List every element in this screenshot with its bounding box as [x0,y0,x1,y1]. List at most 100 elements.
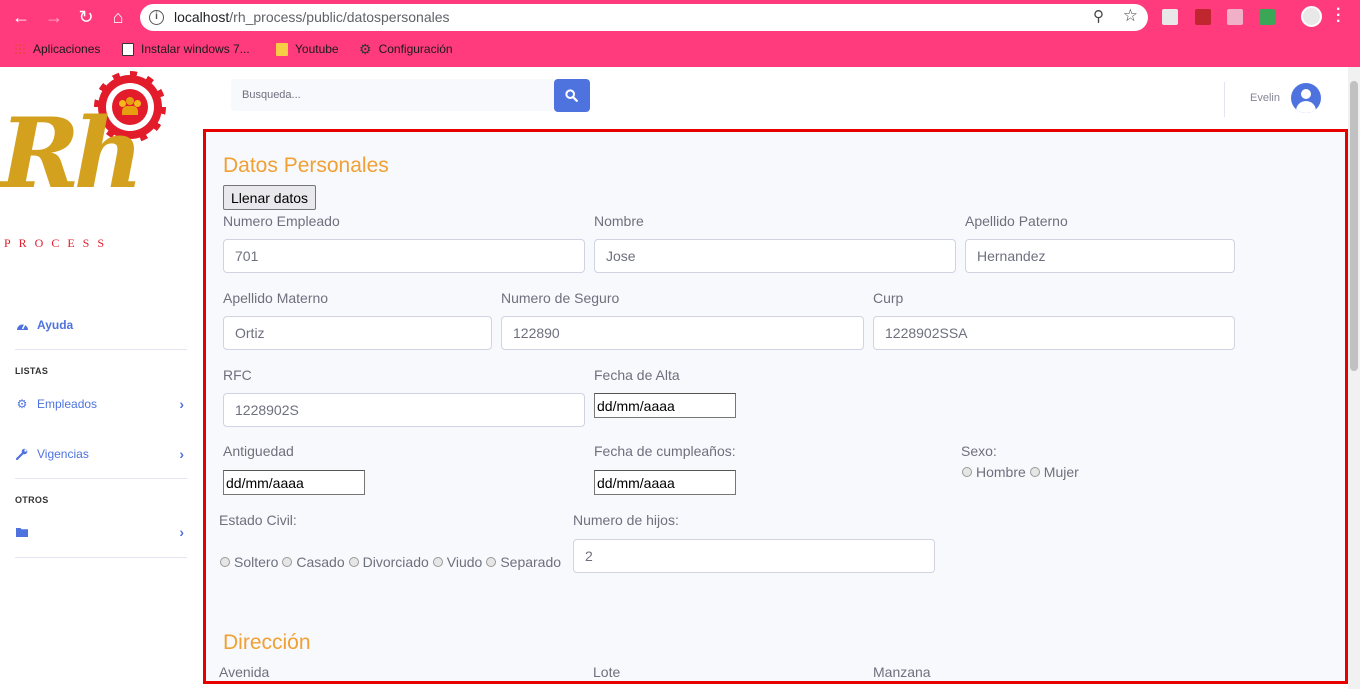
forward-arrow-icon[interactable]: → [44,7,64,27]
chevron-right-icon: › [179,396,184,412]
sidebar-item-label: Empleados [37,397,98,411]
sexo-radio-group: Hombre Mujer [961,464,1079,480]
search-input[interactable] [231,79,555,111]
label-curp: Curp [873,290,904,306]
chevron-right-icon: › [179,524,184,540]
bookmark-youtube[interactable]: Youtube [276,42,339,56]
label-fecha-alta: Fecha de Alta [594,367,680,383]
bookmarks-bar: Aplicaciones Instalar windows 7... Youtu… [0,34,1360,67]
profile-icon[interactable] [1301,6,1322,27]
folder-icon [15,525,29,539]
curp-field[interactable] [873,316,1235,350]
sidebar-divider [15,557,187,558]
topbar-divider [1224,82,1225,117]
page-scrollbar[interactable] [1348,67,1360,689]
user-avatar-icon[interactable] [1291,83,1321,113]
tachometer-icon [15,318,29,332]
label-lote: Lote [593,664,621,680]
logo-brand: Rh [0,97,144,210]
zoom-icon[interactable]: ⚲ [1093,7,1104,25]
label-avenida: Avenida [219,664,270,680]
bookmark-aplicaciones[interactable]: Aplicaciones [14,42,100,56]
fecha-cumple-field[interactable] [594,470,736,495]
user-name[interactable]: Evelin [1250,92,1280,104]
menu-dots-icon[interactable]: · · · [1336,2,1341,30]
rfc-field[interactable] [223,393,585,427]
page-icon [122,42,134,56]
reload-icon[interactable]: ↻ [76,7,96,27]
search-button[interactable] [554,79,590,112]
apellido-materno-field[interactable] [223,316,492,350]
bookmark-star-icon[interactable]: ☆ [1123,6,1138,26]
label-apellido-paterno: Apellido Paterno [965,213,1068,229]
antiguedad-field[interactable] [223,470,365,495]
radio-mujer[interactable] [1029,467,1040,477]
sidebar-item-ayuda[interactable]: Ayuda [15,318,187,332]
sidebar-divider [15,349,187,350]
nombre-field[interactable] [594,239,956,273]
wrench-icon [15,447,29,461]
estado-civil-radio-group: Soltero Casado Divorciado Viudo Separado [219,554,561,570]
apps-grid-icon [14,42,26,56]
radio-casado[interactable] [282,557,293,567]
radio-hombre[interactable] [962,467,972,477]
label-fecha-cumple: Fecha de cumpleaños: [594,443,736,459]
sidebar-item-folder[interactable]: › [15,524,187,540]
radio-divorciado[interactable] [348,557,359,567]
fecha-alta-field[interactable] [594,393,736,418]
radio-label-hombre: Hombre [976,464,1026,480]
scrollbar-thumb[interactable] [1350,81,1358,371]
radio-label-divorciado: Divorciado [362,554,429,570]
gear-icon: ⚙ [359,41,372,57]
label-sexo: Sexo: [961,443,997,459]
section-title-datos-personales: Datos Personales [223,154,389,177]
extension-square-icon[interactable] [1227,9,1243,25]
sidebar-item-label: Ayuda [37,318,74,332]
fill-data-button[interactable]: Llenar datos [223,185,317,210]
label-apellido-materno: Apellido Materno [223,290,329,306]
content-panel: Datos Personales Llenar datos Numero Emp… [203,129,1348,684]
numero-hijos-field[interactable] [573,539,935,573]
label-antiguedad: Antiguedad [223,443,294,459]
logo-subtitle: PROCESS [4,236,113,250]
sidebar: Rh PROCESS Ayuda LISTAS ⚙ Empleados › Vi… [0,67,200,689]
radio-label-mujer: Mujer [1043,464,1079,480]
bookmark-instalar-windows[interactable]: Instalar windows 7... [122,42,250,56]
radio-label-casado: Casado [296,554,345,570]
page: Rh PROCESS Ayuda LISTAS ⚙ Empleados › Vi… [0,67,1360,689]
radio-label-viudo: Viudo [446,554,483,570]
radio-label-separado: Separado [500,554,562,570]
radio-separado[interactable] [486,557,497,567]
sidebar-item-empleados[interactable]: ⚙ Empleados › [15,396,187,412]
sidebar-item-vigencias[interactable]: Vigencias › [15,446,187,462]
sidebar-heading-listas: LISTAS [15,366,49,376]
chevron-right-icon: › [179,446,184,462]
sidebar-item-label: Vigencias [37,447,89,461]
label-numero-seguro: Numero de Seguro [501,290,620,306]
apellido-paterno-field[interactable] [965,239,1235,273]
search-icon [565,89,578,102]
info-icon[interactable]: i [149,10,164,25]
radio-label-soltero: Soltero [234,554,279,570]
radio-soltero[interactable] [220,557,230,567]
back-arrow-icon[interactable]: ← [11,7,31,27]
rh-process-logo[interactable]: Rh PROCESS [0,71,170,257]
folder-bookmark-icon [276,42,288,56]
home-icon[interactable]: ⌂ [108,7,128,27]
numero-empleado-field[interactable] [223,239,585,273]
sidebar-heading-otros: OTROS [15,495,49,505]
extension-cube-icon[interactable] [1162,9,1178,25]
extension-check-icon[interactable] [1259,9,1275,25]
label-nombre: Nombre [594,213,644,229]
numero-seguro-field[interactable] [501,316,864,350]
label-numero-empleado: Numero Empleado [223,213,340,229]
radio-viudo[interactable] [432,557,443,567]
url-text: localhost/rh_process/public/datospersona… [174,9,450,25]
sidebar-divider [15,478,187,479]
cog-icon: ⚙ [16,397,28,411]
pdf-extension-icon[interactable] [1195,9,1211,25]
address-bar[interactable]: i localhost/rh_process/public/datosperso… [140,4,1148,31]
bookmark-configuracion[interactable]: ⚙ Configuración [359,42,453,56]
label-manzana: Manzana [873,664,931,680]
section-title-direccion: Dirección [223,631,311,654]
